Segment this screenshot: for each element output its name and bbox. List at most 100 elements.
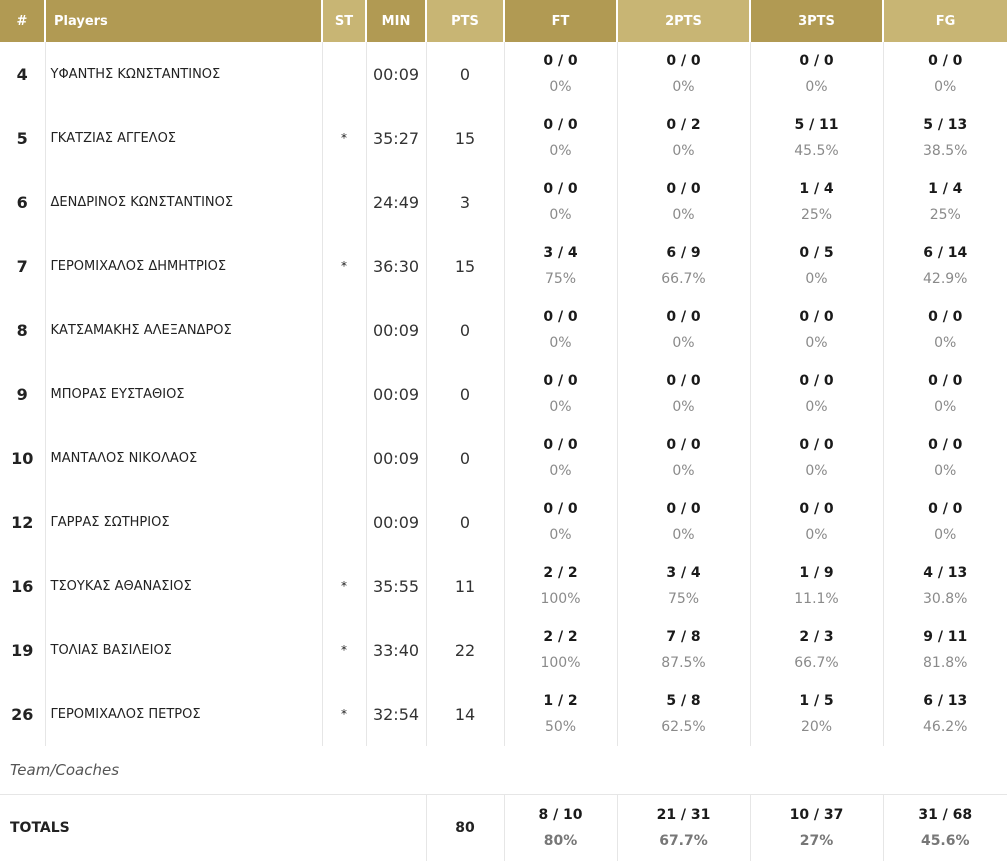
fg-made-attempted: 5 / 13	[923, 117, 968, 133]
header-free-throws[interactable]: FT	[504, 0, 618, 42]
header-points[interactable]: PTS	[426, 0, 505, 42]
player-row[interactable]: 5 ΓΚΑΤΖΙΑΣ ΑΓΓΕΛΟΣ * 35:27 15 0 / 0 0% 0…	[0, 106, 1007, 170]
player-ft: 2 / 2 100%	[504, 554, 618, 618]
header-row: # Players ST MIN PTS FT 2PTS 3PTS FG	[0, 0, 1007, 42]
player-2pts: 3 / 4 75%	[617, 554, 751, 618]
player-points: 3	[426, 170, 505, 234]
header-three-pointers[interactable]: 3PTS	[750, 0, 884, 42]
player-name[interactable]: ΜΠΟΡΑΣ ΕΥΣΤΑΘΙΟΣ	[45, 362, 323, 426]
3pts-made-attempted: 0 / 0	[799, 501, 834, 517]
player-row[interactable]: 10 ΜΑΝΤΑΛΟΣ ΝΙΚΟΛΑΟΣ 00:09 0 0 / 0 0% 0 …	[0, 426, 1007, 490]
ft-percentage: 50%	[544, 719, 577, 735]
player-3pts: 5 / 11 45.5%	[750, 106, 884, 170]
ft-made-attempted: 1 / 2	[543, 693, 578, 709]
player-points: 0	[426, 426, 505, 490]
header-number[interactable]: #	[0, 0, 46, 42]
player-name[interactable]: ΓΑΡΡΑΣ ΣΩΤΗΡΙΟΣ	[45, 490, 323, 554]
team-coaches-label: Team/Coaches	[0, 746, 1007, 795]
player-name[interactable]: ΓΚΑΤΖΙΑΣ ΑΓΓΕΛΟΣ	[45, 106, 323, 170]
player-ft: 2 / 2 100%	[504, 618, 618, 682]
header-minutes[interactable]: MIN	[366, 0, 427, 42]
player-fg: 6 / 13 46.2%	[883, 682, 1007, 746]
player-name[interactable]: ΤΟΛΙΑΣ ΒΑΣΙΛΕΙΟΣ	[45, 618, 323, 682]
ft-percentage: 0%	[549, 399, 572, 415]
player-row[interactable]: 16 ΤΣΟΥΚΑΣ ΑΘΑΝΑΣΙΟΣ * 35:55 11 2 / 2 10…	[0, 554, 1007, 618]
totals-2pts-made: 21 / 31	[656, 807, 711, 823]
player-ft: 0 / 0 0%	[504, 298, 618, 362]
player-name[interactable]: ΓΕΡΟΜΙΧΑΛΟΣ ΔΗΜΗΤΡΙΟΣ	[45, 234, 323, 298]
3pts-made-attempted: 1 / 9	[799, 565, 834, 581]
2pts-made-attempted: 6 / 9	[666, 245, 701, 261]
box-score-table: # Players ST MIN PTS FT 2PTS 3PTS FG 4 Υ…	[0, 0, 1007, 861]
player-points: 11	[426, 554, 505, 618]
totals-3pts-made: 10 / 37	[789, 807, 844, 823]
player-number: 8	[0, 298, 46, 362]
player-points: 0	[426, 298, 505, 362]
player-2pts: 0 / 0 0%	[617, 170, 751, 234]
totals-fg-made: 31 / 68	[918, 807, 973, 823]
3pts-percentage: 20%	[800, 719, 833, 735]
player-row[interactable]: 9 ΜΠΟΡΑΣ ΕΥΣΤΑΘΙΟΣ 00:09 0 0 / 0 0% 0 / …	[0, 362, 1007, 426]
player-minutes: 00:09	[366, 298, 427, 362]
player-row[interactable]: 6 ΔΕΝΔΡΙΝΟΣ ΚΩΝΣΤΑΝΤΙΝΟΣ 24:49 3 0 / 0 0…	[0, 170, 1007, 234]
player-3pts: 0 / 0 0%	[750, 298, 884, 362]
player-name[interactable]: ΚΑΤΣΑΜΑΚΗΣ ΑΛΕΞΑΝΔΡΟΣ	[45, 298, 323, 362]
player-number: 5	[0, 106, 46, 170]
ft-made-attempted: 3 / 4	[543, 245, 578, 261]
player-name[interactable]: ΜΑΝΤΑΛΟΣ ΝΙΚΟΛΑΟΣ	[45, 426, 323, 490]
ft-made-attempted: 0 / 0	[543, 309, 578, 325]
fg-percentage: 0%	[934, 335, 957, 351]
fg-made-attempted: 0 / 0	[928, 437, 963, 453]
2pts-made-attempted: 0 / 0	[666, 181, 701, 197]
player-name[interactable]: ΥΦΑΝΤΗΣ ΚΩΝΣΤΑΝΤΙΝΟΣ	[45, 42, 323, 106]
header-two-pointers[interactable]: 2PTS	[617, 0, 751, 42]
fg-percentage: 38.5%	[923, 143, 968, 159]
player-row[interactable]: 7 ΓΕΡΟΜΙΧΑΛΟΣ ΔΗΜΗΤΡΙΟΣ * 36:30 15 3 / 4…	[0, 234, 1007, 298]
2pts-made-attempted: 0 / 0	[666, 501, 701, 517]
player-name[interactable]: ΤΣΟΥΚΑΣ ΑΘΑΝΑΣΙΟΣ	[45, 554, 323, 618]
player-name[interactable]: ΔΕΝΔΡΙΝΟΣ ΚΩΝΣΤΑΝΤΙΝΟΣ	[45, 170, 323, 234]
player-3pts: 1 / 4 25%	[750, 170, 884, 234]
player-ft: 0 / 0 0%	[504, 490, 618, 554]
player-2pts: 0 / 0 0%	[617, 490, 751, 554]
player-2pts: 0 / 0 0%	[617, 42, 751, 106]
fg-made-attempted: 0 / 0	[928, 501, 963, 517]
ft-made-attempted: 2 / 2	[543, 565, 578, 581]
player-name[interactable]: ΓΕΡΟΜΙΧΑΛΟΣ ΠΕΤΡΟΣ	[45, 682, 323, 746]
player-row[interactable]: 8 ΚΑΤΣΑΜΑΚΗΣ ΑΛΕΞΑΝΔΡΟΣ 00:09 0 0 / 0 0%…	[0, 298, 1007, 362]
fg-made-attempted: 0 / 0	[928, 53, 963, 69]
ft-percentage: 0%	[549, 335, 572, 351]
ft-percentage: 0%	[549, 143, 572, 159]
player-fg: 0 / 0 0%	[883, 490, 1007, 554]
player-number: 7	[0, 234, 46, 298]
header-players[interactable]: Players	[45, 0, 323, 42]
header-field-goals[interactable]: FG	[883, 0, 1007, 42]
2pts-percentage: 0%	[672, 463, 695, 479]
3pts-made-attempted: 0 / 5	[799, 245, 834, 261]
header-starter[interactable]: ST	[322, 0, 367, 42]
player-3pts: 0 / 5 0%	[750, 234, 884, 298]
player-row[interactable]: 12 ΓΑΡΡΑΣ ΣΩΤΗΡΙΟΣ 00:09 0 0 / 0 0% 0 / …	[0, 490, 1007, 554]
player-minutes: 35:55	[366, 554, 427, 618]
2pts-made-attempted: 0 / 0	[666, 437, 701, 453]
starter-marker: *	[322, 106, 367, 170]
player-row[interactable]: 26 ΓΕΡΟΜΙΧΑΛΟΣ ΠΕΤΡΟΣ * 32:54 14 1 / 2 5…	[0, 682, 1007, 746]
starter-marker	[322, 42, 367, 106]
ft-percentage: 0%	[549, 463, 572, 479]
2pts-percentage: 0%	[672, 79, 695, 95]
player-row[interactable]: 19 ΤΟΛΙΑΣ ΒΑΣΙΛΕΙΟΣ * 33:40 22 2 / 2 100…	[0, 618, 1007, 682]
player-2pts: 7 / 8 87.5%	[617, 618, 751, 682]
player-fg: 0 / 0 0%	[883, 298, 1007, 362]
ft-percentage: 0%	[549, 527, 572, 543]
player-minutes: 35:27	[366, 106, 427, 170]
fg-made-attempted: 9 / 11	[923, 629, 968, 645]
player-fg: 1 / 4 25%	[883, 170, 1007, 234]
3pts-percentage: 11.1%	[794, 591, 839, 607]
fg-made-attempted: 0 / 0	[928, 373, 963, 389]
3pts-made-attempted: 0 / 0	[799, 53, 834, 69]
player-row[interactable]: 4 ΥΦΑΝΤΗΣ ΚΩΝΣΤΑΝΤΙΝΟΣ 00:09 0 0 / 0 0% …	[0, 42, 1007, 106]
ft-percentage: 100%	[540, 591, 581, 607]
2pts-made-attempted: 5 / 8	[666, 693, 701, 709]
2pts-made-attempted: 3 / 4	[666, 565, 701, 581]
player-2pts: 6 / 9 66.7%	[617, 234, 751, 298]
